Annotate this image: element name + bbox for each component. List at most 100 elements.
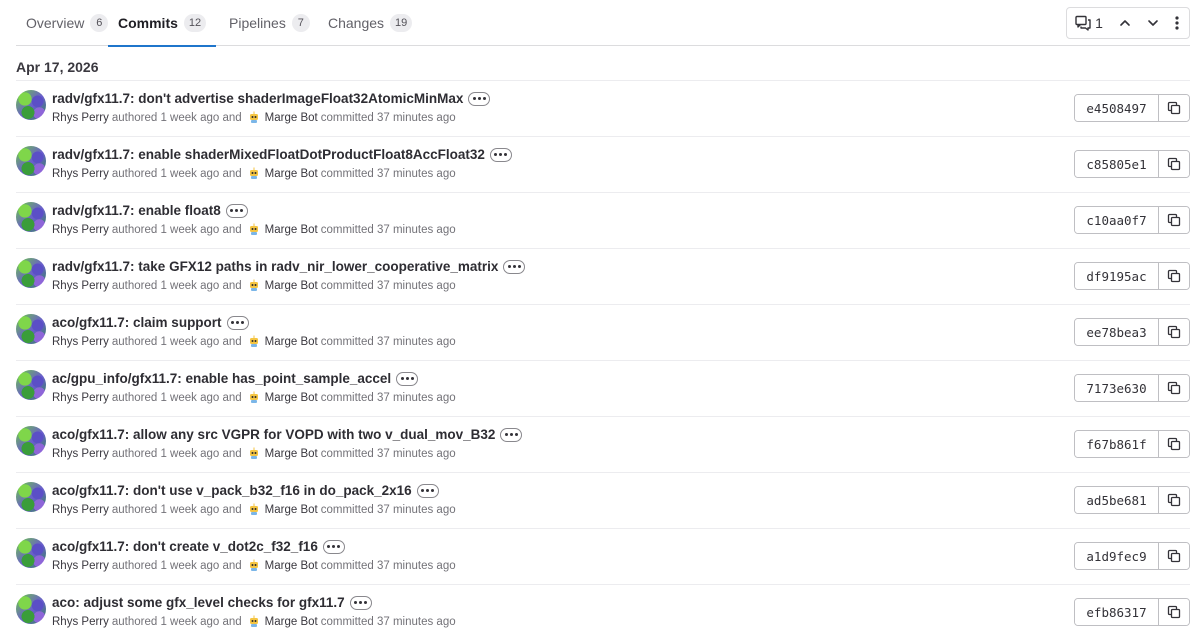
commit-title-link[interactable]: radv/gfx11.7: don't advertise shaderImag…: [52, 91, 463, 106]
committer-name-link[interactable]: Marge Bot: [265, 392, 318, 404]
ellipsis-dot: [494, 153, 498, 156]
copy-sha-button[interactable]: [1159, 151, 1189, 177]
ellipsis-dot: [405, 377, 409, 380]
committer-name-link[interactable]: Marge Bot: [265, 336, 318, 348]
toggle-commit-description-button[interactable]: [225, 203, 248, 218]
unresolved-discussions-button[interactable]: 1: [1067, 8, 1111, 38]
commit-sha-link[interactable]: f67b861f: [1075, 431, 1159, 457]
commit-sha-link[interactable]: ee78bea3: [1075, 319, 1159, 345]
commit-title-row: radv/gfx11.7: don't advertise shaderImag…: [52, 91, 491, 106]
author-name-link[interactable]: Rhys Perry: [52, 448, 109, 460]
copy-sha-button[interactable]: [1159, 319, 1189, 345]
copy-sha-button[interactable]: [1159, 487, 1189, 513]
toggle-commit-description-button[interactable]: [226, 315, 249, 330]
tab-overview[interactable]: Overview 6: [26, 0, 109, 46]
toggle-commit-description-button[interactable]: [489, 147, 512, 162]
author-name-link[interactable]: Rhys Perry: [52, 168, 109, 180]
copy-sha-button[interactable]: [1159, 207, 1189, 233]
ellipsis-dot: [332, 545, 336, 548]
commit-sha-button-group: a1d9fec9: [1074, 542, 1190, 570]
commit-sha-link[interactable]: ad5be681: [1075, 487, 1159, 513]
author-avatar[interactable]: [16, 370, 46, 400]
toggle-commit-description-button[interactable]: [322, 539, 345, 554]
commit-row: aco: adjust some gfx_level checks for gf…: [16, 585, 1190, 630]
author-name-link[interactable]: Rhys Perry: [52, 336, 109, 348]
copy-sha-button[interactable]: [1159, 263, 1189, 289]
commit-title-link[interactable]: radv/gfx11.7: take GFX12 paths in radv_n…: [52, 259, 498, 274]
more-actions-button[interactable]: [1167, 8, 1187, 38]
toggle-commit-description-button[interactable]: [396, 371, 419, 386]
commit-row: ac/gpu_info/gfx11.7: enable has_point_sa…: [16, 361, 1190, 417]
toggle-commit-description-button[interactable]: [468, 91, 491, 106]
committed-time-text: committed 37 minutes ago: [320, 223, 456, 236]
committer-name-link[interactable]: Marge Bot: [265, 112, 318, 124]
committer-name-link[interactable]: Marge Bot: [265, 224, 318, 236]
commit-sha-link[interactable]: a1d9fec9: [1075, 543, 1159, 569]
toggle-commit-description-button[interactable]: [503, 259, 526, 274]
committer-name-link[interactable]: Marge Bot: [265, 616, 318, 628]
commit-sha-button-group: f67b861f: [1074, 430, 1190, 458]
bot-avatar-icon: [249, 615, 258, 627]
copy-sha-button[interactable]: [1159, 95, 1189, 121]
tab-count-badge: 7: [291, 14, 310, 32]
copy-sha-button[interactable]: [1159, 599, 1189, 625]
author-avatar[interactable]: [16, 426, 46, 456]
author-avatar[interactable]: [16, 146, 46, 176]
author-name-link[interactable]: Rhys Perry: [52, 224, 109, 236]
toggle-commit-description-button[interactable]: [416, 483, 439, 498]
author-avatar[interactable]: [16, 258, 46, 288]
copy-icon: [1167, 381, 1181, 395]
commit-sha-link[interactable]: c85805e1: [1075, 151, 1159, 177]
committer-name-link[interactable]: Marge Bot: [265, 280, 318, 292]
commit-title-link[interactable]: radv/gfx11.7: enable shaderMixedFloatDot…: [52, 147, 485, 162]
commit-title-link[interactable]: radv/gfx11.7: enable float8: [52, 203, 221, 218]
previous-discussion-button[interactable]: [1111, 8, 1139, 38]
ellipsis-dot: [231, 321, 235, 324]
author-name-link[interactable]: Rhys Perry: [52, 392, 109, 404]
bot-avatar-icon: [249, 223, 258, 235]
committer-name-link[interactable]: Marge Bot: [265, 560, 318, 572]
author-avatar[interactable]: [16, 538, 46, 568]
commit-title-link[interactable]: aco: adjust some gfx_level checks for gf…: [52, 595, 345, 610]
committed-time-text: committed 37 minutes ago: [320, 279, 456, 292]
commit-title-link[interactable]: aco/gfx11.7: don't create v_dot2c_f32_f1…: [52, 539, 318, 554]
commit-title-link[interactable]: aco/gfx11.7: don't use v_pack_b32_f16 in…: [52, 483, 412, 498]
commit-sha-link[interactable]: df9195ac: [1075, 263, 1159, 289]
copy-sha-button[interactable]: [1159, 431, 1189, 457]
ellipsis-dot: [327, 545, 331, 548]
copy-sha-button[interactable]: [1159, 543, 1189, 569]
commit-sha-link[interactable]: e4508497: [1075, 95, 1159, 121]
tab-changes[interactable]: Changes 19: [328, 0, 413, 46]
tab-pipelines[interactable]: Pipelines 7: [229, 0, 310, 46]
author-name-link[interactable]: Rhys Perry: [52, 280, 109, 292]
next-discussion-button[interactable]: [1139, 8, 1167, 38]
toggle-commit-description-button[interactable]: [500, 427, 523, 442]
committer-name-link[interactable]: Marge Bot: [265, 168, 318, 180]
toggle-commit-description-button[interactable]: [349, 595, 372, 610]
commit-sha-link[interactable]: c10aa0f7: [1075, 207, 1159, 233]
author-name-link[interactable]: Rhys Perry: [52, 112, 109, 124]
commit-title-link[interactable]: aco/gfx11.7: allow any src VGPR for VOPD…: [52, 427, 495, 442]
authored-time-text: authored 1 week ago and: [111, 167, 242, 180]
author-avatar[interactable]: [16, 90, 46, 120]
commit-sha-link[interactable]: 7173e630: [1075, 375, 1159, 401]
copy-icon: [1167, 101, 1181, 115]
bot-avatar-icon: [249, 447, 258, 459]
commit-title-link[interactable]: ac/gpu_info/gfx11.7: enable has_point_sa…: [52, 371, 391, 386]
commit-title-link[interactable]: aco/gfx11.7: claim support: [52, 315, 222, 330]
author-name-link[interactable]: Rhys Perry: [52, 616, 109, 628]
committer-name-link[interactable]: Marge Bot: [265, 448, 318, 460]
author-name-link[interactable]: Rhys Perry: [52, 504, 109, 516]
author-avatar[interactable]: [16, 314, 46, 344]
tab-commits[interactable]: Commits 12: [108, 0, 217, 47]
author-avatar[interactable]: [16, 594, 46, 624]
commit-date-header: Apr 17, 2026: [16, 59, 99, 75]
commit-sha-link[interactable]: efb86317: [1075, 599, 1159, 625]
authored-time-text: authored 1 week ago and: [111, 335, 242, 348]
copy-sha-button[interactable]: [1159, 375, 1189, 401]
author-avatar[interactable]: [16, 482, 46, 512]
committer-name-link[interactable]: Marge Bot: [265, 504, 318, 516]
author-name-link[interactable]: Rhys Perry: [52, 560, 109, 572]
author-avatar[interactable]: [16, 202, 46, 232]
tab-label: Changes: [328, 15, 385, 31]
